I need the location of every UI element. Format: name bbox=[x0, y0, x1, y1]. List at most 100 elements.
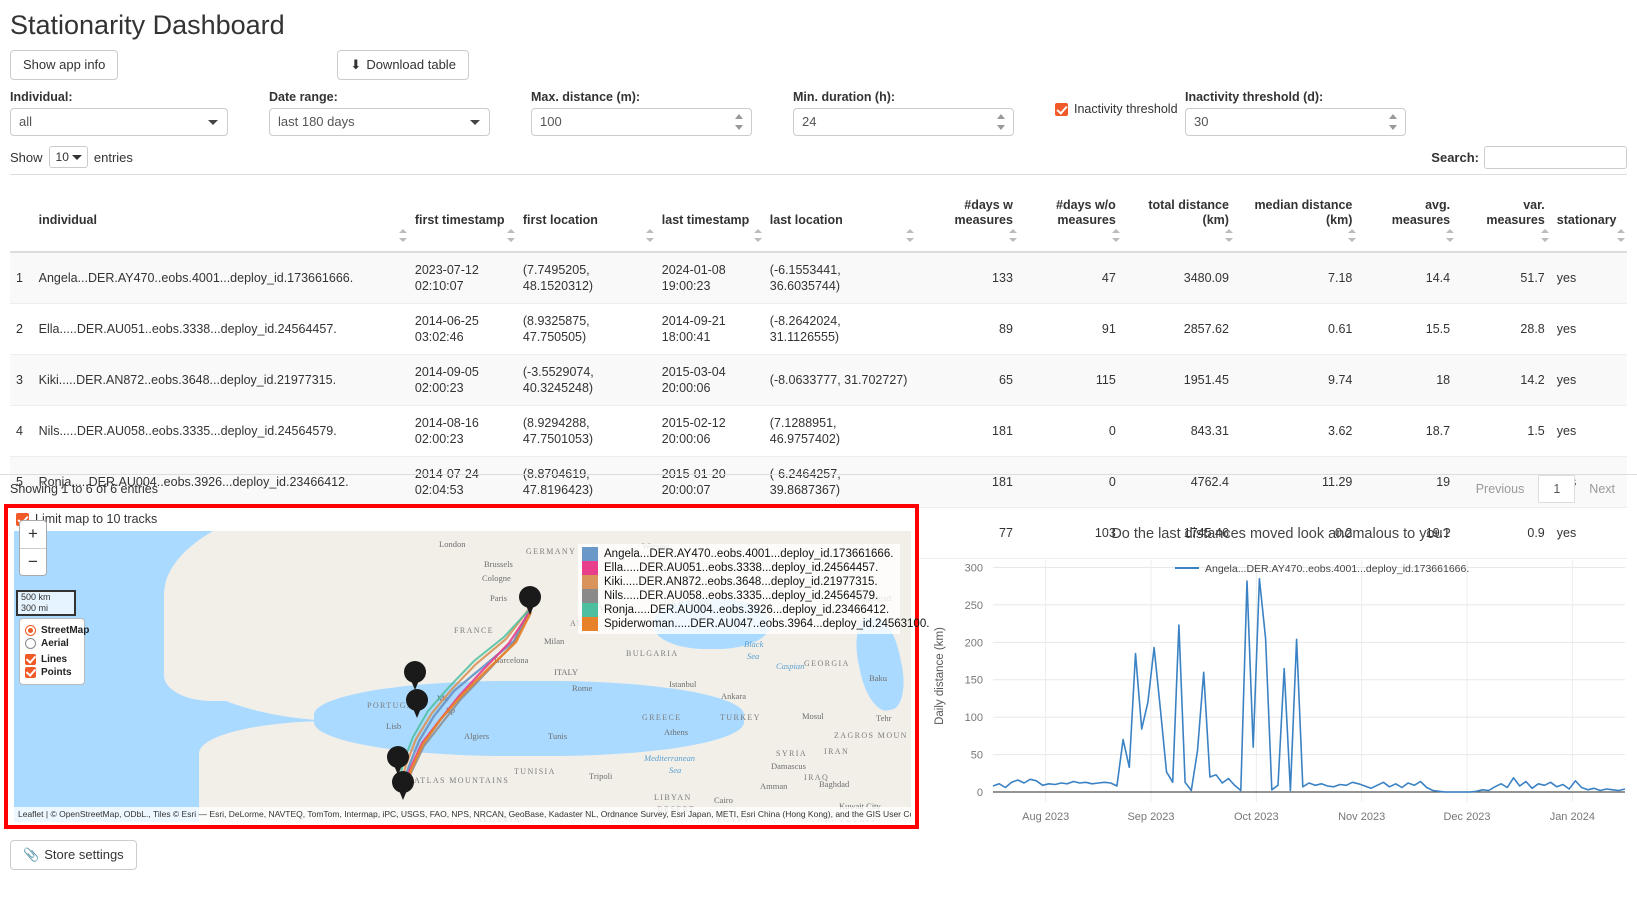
cell-individual: Kiki.....DER.AN872..eobs.3648...deploy_i… bbox=[32, 354, 409, 406]
th-last-timestamp[interactable]: last timestamp bbox=[655, 174, 764, 253]
x-tick-label: Jan 2024 bbox=[1550, 811, 1595, 823]
cell-days-without: 0 bbox=[1018, 405, 1122, 457]
checkbox-icon[interactable] bbox=[25, 667, 36, 678]
table-row[interactable]: 2 Ella.....DER.AU051..eobs.3338...deploy… bbox=[10, 303, 1627, 355]
stepper-icon[interactable] bbox=[1388, 114, 1398, 130]
max-distance-input[interactable]: 100 bbox=[531, 108, 752, 136]
next-page-button[interactable]: Next bbox=[1577, 476, 1627, 502]
th-label: last timestamp bbox=[661, 213, 750, 227]
table-footer: Showing 1 to 6 of 6 entries Previous 1 N… bbox=[0, 474, 1637, 504]
sort-icon[interactable] bbox=[1617, 229, 1625, 242]
sort-icon[interactable] bbox=[506, 229, 515, 242]
sort-icon[interactable] bbox=[398, 229, 407, 242]
entries-select[interactable]: 10 bbox=[48, 146, 88, 168]
download-table-label: Download table bbox=[366, 57, 456, 72]
cell-last-timestamp: 2024-01-08 19:00:23 bbox=[655, 252, 764, 304]
cell-last-location: (-8.0633777, 31.702727) bbox=[763, 354, 917, 406]
legend-item: Ronja.....DER.AU004..eobs.3926...deploy_… bbox=[582, 603, 896, 617]
download-table-button[interactable]: ⬇ Download table bbox=[337, 50, 469, 80]
layer-aerial-option[interactable]: Aerial bbox=[25, 638, 79, 649]
legend-item: Nils.....DER.AU058..eobs.3335...deploy_i… bbox=[582, 589, 896, 603]
layer-lines-label: Lines bbox=[41, 654, 68, 665]
sort-icon[interactable] bbox=[1224, 229, 1233, 242]
map-marker-pin[interactable] bbox=[519, 586, 541, 616]
date-range-select[interactable]: last 180 days bbox=[269, 108, 490, 136]
max-distance-label: Max. distance (m): bbox=[531, 90, 641, 104]
th-days-without-measures[interactable]: #days w/o measures bbox=[1018, 174, 1122, 253]
checkbox-icon[interactable] bbox=[1055, 102, 1068, 116]
legend-color-swatch bbox=[582, 561, 598, 575]
th-avg-measures[interactable]: avg. measures bbox=[1358, 174, 1457, 253]
zoom-out-button[interactable]: − bbox=[20, 548, 46, 575]
cell-median-distance: 7.18 bbox=[1234, 252, 1359, 304]
individual-label: Individual: bbox=[10, 90, 73, 104]
table-row[interactable]: 1 Angela...DER.AY470..eobs.4001...deploy… bbox=[10, 252, 1627, 304]
table-row[interactable]: 3 Kiki.....DER.AN872..eobs.3648...deploy… bbox=[10, 354, 1627, 406]
x-tick-label: Oct 2023 bbox=[1234, 811, 1279, 823]
sort-icon[interactable] bbox=[645, 229, 654, 242]
th-var-measures[interactable]: var. measures bbox=[1456, 174, 1551, 253]
th-label: #days w measures bbox=[954, 198, 1013, 227]
map-marker-pin[interactable] bbox=[392, 771, 414, 801]
chevron-down-icon bbox=[71, 155, 82, 160]
th-total-distance[interactable]: total distance (km) bbox=[1121, 174, 1235, 253]
inactivity-threshold-input[interactable]: 30 bbox=[1185, 108, 1406, 136]
radio-icon[interactable] bbox=[25, 625, 36, 636]
previous-page-button[interactable]: Previous bbox=[1464, 476, 1537, 502]
legend-item: Spiderwoman.....DER.AU047..eobs.3964...d… bbox=[582, 617, 929, 631]
sort-icon[interactable] bbox=[1111, 229, 1120, 242]
map-marker-pin[interactable] bbox=[404, 661, 426, 691]
th-label: avg. measures bbox=[1391, 198, 1451, 227]
legend-item-label: Angela...DER.AY470..eobs.4001...deploy_i… bbox=[604, 548, 894, 560]
header-button-row: Show app info ⬇ Download table bbox=[10, 50, 1637, 80]
inactivity-threshold-toggle[interactable]: Inactivity threshold bbox=[1055, 102, 1178, 116]
legend-item-label: Kiki.....DER.AN872..eobs.3648...deploy_i… bbox=[604, 576, 878, 588]
th-median-distance[interactable]: median distance (km) bbox=[1234, 174, 1359, 253]
layer-lines-option[interactable]: Lines bbox=[25, 654, 79, 665]
x-tick-label: Nov 2023 bbox=[1338, 811, 1385, 823]
th-stationary[interactable]: stationary bbox=[1550, 174, 1627, 253]
sort-icon[interactable] bbox=[1008, 229, 1017, 242]
cell-avg-measures: 18.7 bbox=[1358, 405, 1457, 457]
show-entries-control: Show 10 entries bbox=[10, 146, 133, 168]
cell-first-timestamp: 2014-09-05 02:00:23 bbox=[408, 354, 517, 406]
sort-icon[interactable] bbox=[753, 229, 762, 242]
cell-avg-measures: 18 bbox=[1358, 354, 1457, 406]
legend-color-swatch bbox=[582, 575, 598, 589]
sort-icon[interactable] bbox=[1446, 229, 1455, 242]
zoom-in-button[interactable]: + bbox=[20, 521, 46, 548]
th-first-timestamp[interactable]: first timestamp bbox=[408, 174, 517, 253]
map-zoom-controls: + − bbox=[19, 520, 47, 576]
min-duration-input[interactable]: 24 bbox=[793, 108, 1014, 136]
layer-points-option[interactable]: Points bbox=[25, 667, 79, 678]
sort-icon[interactable] bbox=[906, 229, 915, 242]
map-track-legend: Angela...DER.AY470..eobs.4001...deploy_i… bbox=[578, 544, 929, 634]
checkbox-icon[interactable] bbox=[25, 654, 36, 665]
layer-streetmap-option[interactable]: StreetMap bbox=[25, 625, 89, 636]
th-days-with-measures[interactable]: #days w measures bbox=[916, 174, 1019, 253]
sort-icon[interactable] bbox=[1348, 229, 1357, 242]
showing-entries-text: Showing 1 to 6 of 6 entries bbox=[10, 482, 159, 496]
daily-distance-chart[interactable]: 0 50 100 150 200 250 300 Aug 2023 Sep 2023 Oct 20… bbox=[925, 542, 1637, 832]
th-last-location[interactable]: last location bbox=[763, 174, 917, 253]
cell-last-timestamp: 2015-02-12 20:00:06 bbox=[655, 405, 764, 457]
show-app-info-button[interactable]: Show app info bbox=[10, 50, 119, 80]
th-individual[interactable]: individual bbox=[32, 174, 409, 253]
map-marker-pin[interactable] bbox=[406, 689, 428, 719]
stepper-icon[interactable] bbox=[996, 114, 1006, 130]
cell-stationary: yes bbox=[1550, 252, 1627, 304]
individual-select[interactable]: all bbox=[10, 108, 228, 136]
legend-item: Ella.....DER.AU051..eobs.3338...deploy_i… bbox=[582, 561, 896, 575]
table-row[interactable]: 4 Nils.....DER.AU058..eobs.3335...deploy… bbox=[10, 405, 1627, 457]
sort-icon[interactable] bbox=[1540, 229, 1549, 242]
radio-icon[interactable] bbox=[25, 638, 36, 649]
th-first-location[interactable]: first location bbox=[516, 174, 656, 253]
store-settings-button[interactable]: 📎 Store settings bbox=[10, 840, 137, 870]
y-tick-label: 50 bbox=[971, 750, 983, 762]
y-tick-label: 150 bbox=[965, 675, 983, 687]
search-input[interactable] bbox=[1484, 146, 1627, 169]
page-1-button[interactable]: 1 bbox=[1538, 475, 1576, 503]
entries-label: entries bbox=[93, 149, 133, 165]
cell-index: 1 bbox=[10, 252, 33, 304]
stepper-icon[interactable] bbox=[734, 114, 744, 130]
